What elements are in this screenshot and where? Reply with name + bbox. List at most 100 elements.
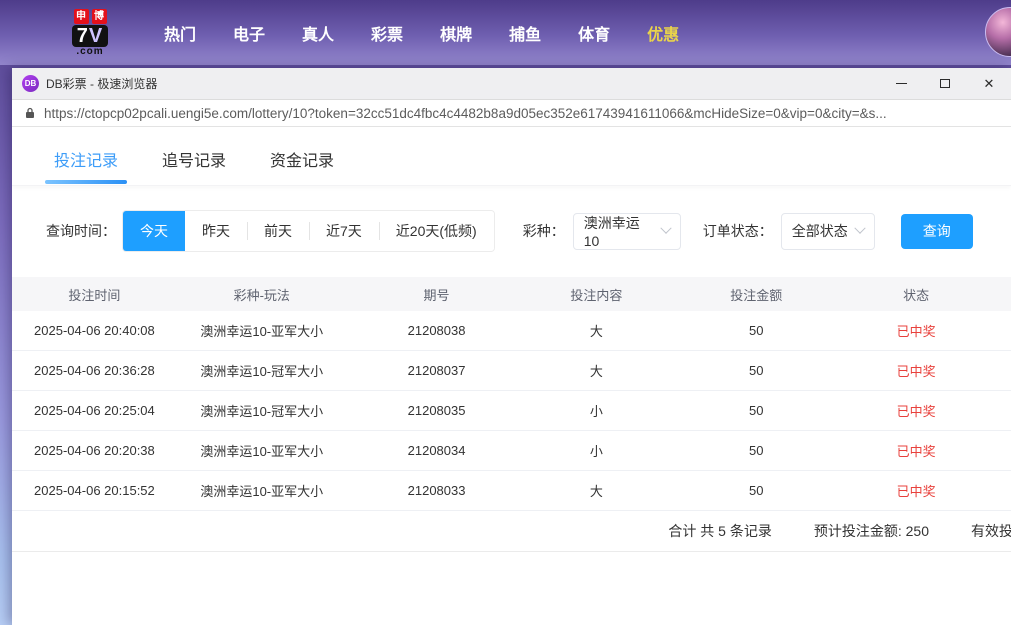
time-option-daybefore[interactable]: 前天 xyxy=(247,211,309,251)
maximize-button[interactable] xyxy=(923,68,967,99)
tab-bet-records[interactable]: 投注记录 xyxy=(54,147,118,171)
cell-bet-content: 小 xyxy=(526,401,666,420)
close-button[interactable]: ✕ xyxy=(967,68,1011,99)
time-option-yesterday[interactable]: 昨天 xyxy=(185,211,247,251)
nav-item-sports[interactable]: 体育 xyxy=(578,21,610,45)
cell-status: 已中奖 xyxy=(846,321,986,340)
col-header-bet-amount: 投注金额 xyxy=(666,285,846,304)
cell-issue: 21208037 xyxy=(347,363,527,378)
time-filter-label: 查询时间： xyxy=(46,221,116,241)
table-summary-row: 合计 共 5 条记录 预计投注金额: 250 有效投注金额 xyxy=(12,511,1011,552)
lottery-filter-label: 彩种： xyxy=(523,221,565,241)
summary-expected-amount: 预计投注金额: 250 xyxy=(814,521,929,541)
url-bar[interactable]: https://ctopcp02pcali.uengi5e.com/lotter… xyxy=(12,99,1011,127)
url-text[interactable]: https://ctopcp02pcali.uengi5e.com/lotter… xyxy=(44,106,887,121)
order-status-select[interactable]: 全部状态 xyxy=(781,213,875,250)
close-icon: ✕ xyxy=(984,77,995,90)
table-row: 2025-04-06 20:25:04 澳洲幸运10-冠军大小 21208035… xyxy=(12,391,1011,431)
lock-icon xyxy=(24,107,36,119)
summary-total-records: 合计 共 5 条记录 xyxy=(668,521,771,541)
time-option-today[interactable]: 今天 xyxy=(123,211,185,251)
cell-bet-time: 2025-04-06 20:15:52 xyxy=(12,483,177,498)
cell-issue: 21208033 xyxy=(347,483,527,498)
cell-lottery-play: 澳洲幸运10-亚军大小 xyxy=(177,321,347,340)
nav-item-lottery[interactable]: 彩票 xyxy=(371,21,403,45)
table-row: 2025-04-06 20:20:38 澳洲幸运10-亚军大小 21208034… xyxy=(12,431,1011,471)
nav-item-hot[interactable]: 热门 xyxy=(164,21,196,45)
cell-bet-content: 大 xyxy=(526,361,666,380)
filter-bar: 查询时间： 今天 昨天 前天 近7天 近20天(低频) 彩种： 澳洲幸运10 订… xyxy=(46,210,1011,252)
tab-bar: 投注记录 追号记录 资金记录 xyxy=(12,127,1011,186)
cell-bet-time: 2025-04-06 20:36:28 xyxy=(12,363,177,378)
cell-bet-content: 大 xyxy=(526,321,666,340)
browser-app-icon: DB xyxy=(22,75,39,92)
cell-bet-amount: 50 xyxy=(666,323,846,338)
cell-bet-content: 大 xyxy=(526,481,666,500)
window-title: DB彩票 - 极速浏览器 xyxy=(46,75,157,92)
col-header-bet-content: 投注内容 xyxy=(526,285,666,304)
tab-fund-records[interactable]: 资金记录 xyxy=(270,147,334,171)
minimize-button[interactable] xyxy=(879,68,923,99)
logo-7: 7 xyxy=(77,25,89,47)
logo-v: V xyxy=(89,25,103,47)
logo-com: .com xyxy=(76,47,103,57)
col-header-lottery-play: 彩种-玩法 xyxy=(177,285,347,304)
search-button[interactable]: 查询 xyxy=(901,214,973,249)
chevron-down-icon xyxy=(660,223,671,234)
summary-valid-amount: 有效投注金额 xyxy=(971,521,1011,541)
cell-status: 已中奖 xyxy=(846,361,986,380)
table-row: 2025-04-06 20:36:28 澳洲幸运10-冠军大小 21208037… xyxy=(12,351,1011,391)
table-row: 2025-04-06 20:15:52 澳洲幸运10-亚军大小 21208033… xyxy=(12,471,1011,511)
maximize-icon xyxy=(940,79,950,88)
order-status-value: 全部状态 xyxy=(792,221,848,241)
cell-status: 已中奖 xyxy=(846,481,986,500)
cell-bet-time: 2025-04-06 20:40:08 xyxy=(12,323,177,338)
nav-item-electronic[interactable]: 电子 xyxy=(233,21,265,45)
window-title-bar[interactable]: DB DB彩票 - 极速浏览器 ✕ xyxy=(12,68,1011,99)
table-header-row: 投注时间 彩种-玩法 期号 投注内容 投注金额 状态 xyxy=(12,277,1011,311)
nav-item-promotions[interactable]: 优惠 xyxy=(647,21,679,45)
cell-lottery-play: 澳洲幸运10-冠军大小 xyxy=(177,401,347,420)
chevron-down-icon xyxy=(854,223,865,234)
cell-status: 已中奖 xyxy=(846,401,986,420)
lottery-select-value: 澳洲幸运10 xyxy=(584,213,654,249)
cell-issue: 21208034 xyxy=(347,443,527,458)
cell-bet-amount: 50 xyxy=(666,443,846,458)
lottery-select[interactable]: 澳洲幸运10 xyxy=(573,213,681,250)
logo-badges: 申 博 xyxy=(74,9,107,24)
cell-bet-time: 2025-04-06 20:20:38 xyxy=(12,443,177,458)
cell-bet-amount: 50 xyxy=(666,483,846,498)
site-top-nav: 申 博 7V .com 热门 电子 真人 彩票 棋牌 捕鱼 体育 优惠 xyxy=(0,0,1011,65)
status-filter-label: 订单状态： xyxy=(703,221,773,241)
cell-lottery-play: 澳洲幸运10-亚军大小 xyxy=(177,481,347,500)
page-content: 投注记录 追号记录 资金记录 查询时间： 今天 昨天 前天 近7天 近20天(低… xyxy=(12,127,1011,625)
nav-item-boardgames[interactable]: 棋牌 xyxy=(440,21,472,45)
tab-chase-records[interactable]: 追号记录 xyxy=(162,147,226,171)
cell-bet-amount: 50 xyxy=(666,363,846,378)
logo-badge-shen: 申 xyxy=(74,9,89,24)
minimize-icon xyxy=(896,83,907,84)
nav-item-fishing[interactable]: 捕鱼 xyxy=(509,21,541,45)
bet-records-table: 投注时间 彩种-玩法 期号 投注内容 投注金额 状态 2025-04-06 20… xyxy=(12,277,1011,552)
col-header-bet-time: 投注时间 xyxy=(12,285,177,304)
site-logo[interactable]: 申 博 7V .com xyxy=(64,9,116,57)
browser-window: DB DB彩票 - 极速浏览器 ✕ https://ctopcp02pcali.… xyxy=(12,68,1011,625)
cell-lottery-play: 澳洲幸运10-亚军大小 xyxy=(177,441,347,460)
cell-bet-time: 2025-04-06 20:25:04 xyxy=(12,403,177,418)
user-avatar[interactable] xyxy=(985,7,1011,57)
table-row: 2025-04-06 20:40:08 澳洲幸运10-亚军大小 21208038… xyxy=(12,311,1011,351)
cell-lottery-play: 澳洲幸运10-冠军大小 xyxy=(177,361,347,380)
col-header-issue: 期号 xyxy=(347,285,527,304)
cell-issue: 21208038 xyxy=(347,323,527,338)
cell-bet-amount: 50 xyxy=(666,403,846,418)
time-option-20days[interactable]: 近20天(低频) xyxy=(379,211,494,251)
cell-issue: 21208035 xyxy=(347,403,527,418)
logo-badge-bo: 博 xyxy=(92,9,107,24)
time-filter-group: 今天 昨天 前天 近7天 近20天(低频) xyxy=(122,210,495,252)
site-nav-items: 热门 电子 真人 彩票 棋牌 捕鱼 体育 优惠 xyxy=(164,21,679,45)
nav-item-live[interactable]: 真人 xyxy=(302,21,334,45)
cell-bet-content: 小 xyxy=(526,441,666,460)
cell-status: 已中奖 xyxy=(846,441,986,460)
window-controls: ✕ xyxy=(879,68,1011,99)
time-option-7days[interactable]: 近7天 xyxy=(309,211,379,251)
